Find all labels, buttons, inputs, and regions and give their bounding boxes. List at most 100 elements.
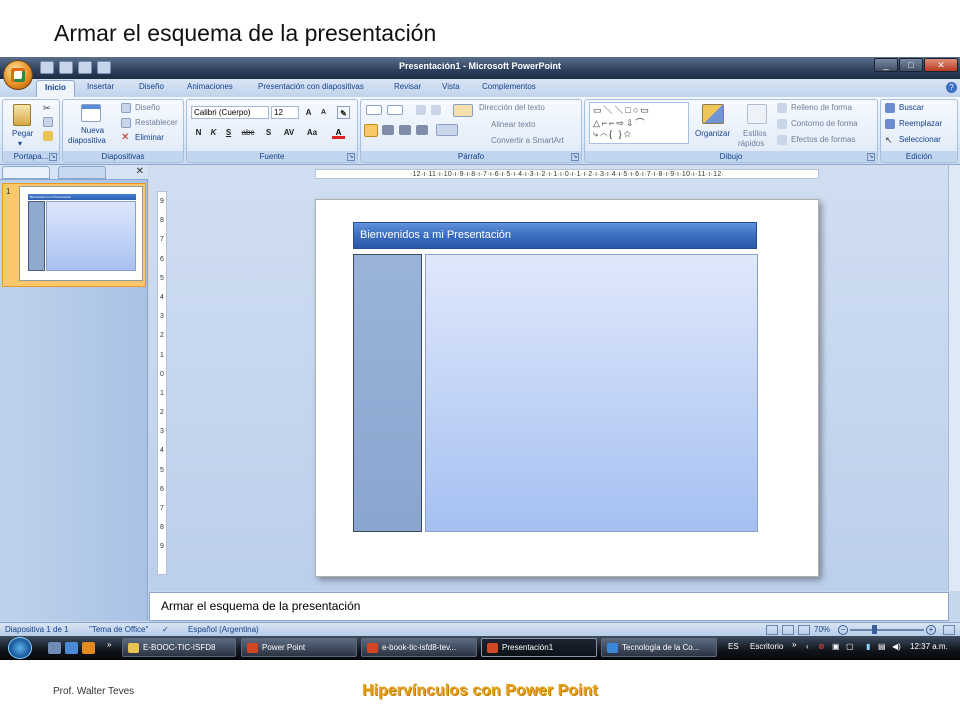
select-icon[interactable]: ↖ <box>885 135 895 145</box>
tab-inicio[interactable]: Inicio <box>36 80 75 97</box>
paste-label[interactable]: Pegar <box>12 129 33 138</box>
bold-icon[interactable]: N <box>192 126 205 139</box>
increase-indent-icon[interactable] <box>431 105 441 115</box>
quick-styles-label-2[interactable]: rápidos <box>738 139 764 148</box>
align-text-label[interactable]: Alinear texto <box>491 120 535 129</box>
taskbar-item[interactable]: Tecnología de la Co... <box>601 638 717 657</box>
volume-icon[interactable]: ◀) <box>892 642 901 651</box>
line-spacing-icon[interactable] <box>453 104 473 117</box>
shape-effects-label[interactable]: Efectos de formas <box>791 135 855 144</box>
change-case-icon[interactable]: Aa <box>302 126 322 139</box>
maximize-button[interactable]: □ <box>899 58 923 72</box>
launcher-icon[interactable]: ↘ <box>347 153 355 161</box>
columns-icon[interactable] <box>436 124 458 136</box>
copy-icon[interactable] <box>43 117 53 127</box>
new-slide-label-2[interactable]: diapositiva <box>68 136 106 145</box>
show-desktop-icon[interactable] <box>48 642 61 654</box>
slide-canvas[interactable]: Bienvenidos a mi Presentación <box>315 199 819 577</box>
language-indicator[interactable]: ES <box>728 642 739 651</box>
shadow-icon[interactable]: S <box>262 126 275 139</box>
shape-outline-label[interactable]: Contorno de forma <box>791 119 858 128</box>
new-slide-label[interactable]: Nueva <box>81 126 104 135</box>
shape-fill-icon[interactable] <box>777 103 787 113</box>
taskbar-item-active[interactable]: Presentación1 <box>481 638 597 657</box>
reset-label[interactable]: Restablecer <box>135 118 178 127</box>
slide-title-box[interactable]: Bienvenidos a mi Presentación <box>353 222 757 249</box>
fit-window-icon[interactable] <box>943 625 955 635</box>
numbering-icon[interactable] <box>387 105 403 115</box>
arrange-icon[interactable] <box>702 104 724 124</box>
help-icon[interactable]: ? <box>946 82 957 93</box>
tab-outline[interactable] <box>58 166 106 179</box>
start-button[interactable] <box>8 637 32 659</box>
delete-icon[interactable]: ✕ <box>121 133 131 143</box>
layout-label[interactable]: Diseño <box>135 103 160 112</box>
font-name-combo[interactable]: Calibri (Cuerpo) <box>191 106 269 119</box>
zoom-in-icon[interactable]: + <box>926 625 936 635</box>
char-spacing-icon[interactable]: AV <box>280 126 298 139</box>
font-color-icon[interactable]: A <box>332 126 345 139</box>
tray-security-icon[interactable]: ⊗ <box>818 642 825 651</box>
tray-back-icon[interactable]: ‹ <box>806 642 809 651</box>
taskbar-item[interactable]: Power Point <box>241 638 357 657</box>
tab-complementos[interactable]: Complementos <box>482 82 536 91</box>
align-left-icon[interactable] <box>364 124 378 137</box>
bullets-icon[interactable] <box>366 105 382 115</box>
desktop-toolbar[interactable]: Escritorio <box>750 642 783 651</box>
tray-update-icon[interactable]: ▢ <box>846 642 854 651</box>
tab-diseno[interactable]: Diseño <box>139 82 164 91</box>
align-center-icon[interactable] <box>382 125 394 135</box>
select-label[interactable]: Seleccionar <box>899 135 941 144</box>
find-label[interactable]: Buscar <box>899 103 924 112</box>
layout-icon[interactable] <box>121 103 131 113</box>
shrink-font-icon[interactable]: A <box>317 106 330 119</box>
grow-font-icon[interactable]: A <box>302 106 315 119</box>
justify-icon[interactable] <box>416 125 428 135</box>
zoom-slider-knob[interactable] <box>872 625 877 634</box>
office-button[interactable] <box>3 60 33 90</box>
shape-fill-label[interactable]: Relleno de forma <box>791 103 852 112</box>
sorter-view-icon[interactable] <box>782 625 794 635</box>
arrange-label[interactable]: Organizar <box>695 129 730 138</box>
quick-styles-icon[interactable] <box>747 104 767 124</box>
notes-pane[interactable]: Armar el esquema de la presentación <box>149 592 949 621</box>
decrease-indent-icon[interactable] <box>416 105 426 115</box>
launcher-icon[interactable]: ↘ <box>49 153 57 161</box>
zoom-out-icon[interactable]: − <box>838 625 848 635</box>
tab-insertar[interactable]: Insertar <box>87 82 114 91</box>
new-slide-icon[interactable] <box>81 104 101 122</box>
clear-format-icon[interactable]: ✎ <box>337 106 350 119</box>
underline-icon[interactable]: S <box>222 126 235 139</box>
minimize-button[interactable]: _ <box>874 58 898 72</box>
close-button[interactable]: ✕ <box>924 58 958 72</box>
shape-outline-icon[interactable] <box>777 119 787 129</box>
tab-slides[interactable] <box>2 166 50 179</box>
slide-side-box[interactable] <box>353 254 422 532</box>
slideshow-view-icon[interactable] <box>798 625 810 635</box>
clock[interactable]: 12:37 a.m. <box>910 642 948 651</box>
font-size-combo[interactable]: 12 <box>271 106 299 119</box>
normal-view-icon[interactable] <box>766 625 778 635</box>
quick-launch-more-icon[interactable]: » <box>107 640 111 649</box>
vertical-scrollbar[interactable] <box>948 165 960 591</box>
switch-windows-icon[interactable] <box>65 642 78 654</box>
tab-revisar[interactable]: Revisar <box>394 82 421 91</box>
quick-styles-label[interactable]: Estilos <box>743 129 767 138</box>
toolbar-more-icon[interactable]: » <box>792 640 796 649</box>
format-painter-icon[interactable] <box>43 131 53 141</box>
zoom-level[interactable]: 70% <box>814 625 830 634</box>
tab-presentacion[interactable]: Presentación con diapositivas <box>258 82 364 91</box>
tab-vista[interactable]: Vista <box>442 82 460 91</box>
spellcheck-icon[interactable]: ✓ <box>162 625 169 634</box>
shape-effects-icon[interactable] <box>777 135 787 145</box>
launcher-icon[interactable]: ↘ <box>867 153 875 161</box>
align-right-icon[interactable] <box>399 125 411 135</box>
tray-device-icon[interactable]: ▮ <box>866 642 870 651</box>
text-direction-label[interactable]: Dirección del texto <box>479 103 545 112</box>
close-panel-icon[interactable]: ✕ <box>136 166 144 177</box>
cut-icon[interactable]: ✂ <box>43 103 53 113</box>
find-icon[interactable] <box>885 103 895 113</box>
italic-icon[interactable]: K <box>207 126 220 139</box>
delete-label[interactable]: Eliminar <box>135 133 164 142</box>
media-player-icon[interactable] <box>82 642 95 654</box>
